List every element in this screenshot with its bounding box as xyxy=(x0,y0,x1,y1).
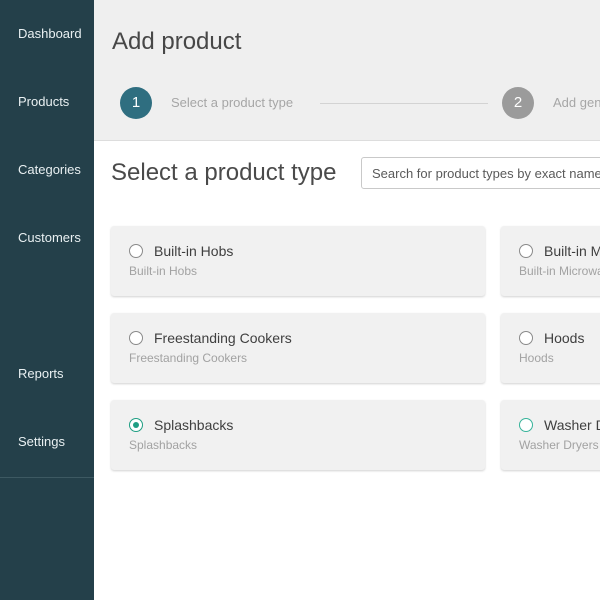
page-title: Add product xyxy=(112,28,242,55)
product-type-subtitle: Built-in Microwaves xyxy=(519,264,600,278)
step-1-indicator[interactable]: 1 xyxy=(120,87,152,119)
sidebar-item-label: Settings xyxy=(18,434,65,449)
sidebar-item-reports[interactable]: Reports xyxy=(0,362,94,386)
step-2-label: Add general details xyxy=(553,95,600,110)
product-type-title: Built-in Hobs xyxy=(154,243,234,259)
product-type-title: Splashbacks xyxy=(154,417,234,433)
sidebar-item-dashboard[interactable]: Dashboard xyxy=(0,22,94,46)
product-type-title: Freestanding Cookers xyxy=(154,330,292,346)
product-type-title: Hoods xyxy=(544,330,585,346)
sidebar-item-label: Categories xyxy=(18,162,81,177)
sidebar: Dashboard Products Categories Customers … xyxy=(0,0,94,600)
sidebar-item-label: Reports xyxy=(18,366,64,381)
step-connector-line xyxy=(320,103,488,104)
radio-button[interactable] xyxy=(129,331,143,345)
product-type-title: Washer Dryers xyxy=(544,417,600,433)
sidebar-item-categories[interactable]: Categories xyxy=(0,158,94,182)
product-type-subtitle: Hoods xyxy=(519,351,554,365)
product-type-card-built-in-hobs[interactable]: Built-in Hobs Built-in Hobs xyxy=(111,226,485,296)
product-type-subtitle: Washer Dryers xyxy=(519,438,599,452)
sidebar-item-label: Dashboard xyxy=(18,26,82,41)
app-frame: Dashboard Products Categories Customers … xyxy=(0,0,600,600)
product-type-card-splashbacks[interactable]: Splashbacks Splashbacks xyxy=(111,400,485,470)
sidebar-divider xyxy=(0,477,94,478)
section-title: Select a product type xyxy=(111,159,337,186)
radio-button-selected[interactable] xyxy=(129,418,143,432)
product-type-subtitle: Freestanding Cookers xyxy=(129,351,248,365)
step-2-indicator[interactable]: 2 xyxy=(502,87,534,119)
product-type-card-washer-dryers[interactable]: Washer Dryers Washer Dryers xyxy=(501,400,600,470)
product-type-subtitle: Splashbacks xyxy=(129,438,198,452)
sidebar-item-customers[interactable]: Customers xyxy=(0,226,94,250)
step-1-label: Select a product type xyxy=(171,95,294,110)
main-content: Select a product type Built-in Hobs Buil… xyxy=(94,141,600,600)
product-type-subtitle: Built-in Hobs xyxy=(129,264,198,278)
product-type-search-input[interactable] xyxy=(361,157,600,189)
page-header: Add product 1 Select a product type 2 Ad… xyxy=(94,0,600,141)
product-type-card-built-in-microwaves[interactable]: Built-in Microwaves Built-in Microwaves xyxy=(501,226,600,296)
sidebar-item-label: Customers xyxy=(18,230,81,245)
sidebar-item-products[interactable]: Products xyxy=(0,90,94,114)
sidebar-item-label: Products xyxy=(18,94,70,109)
product-type-card-freestanding-cookers[interactable]: Freestanding Cookers Freestanding Cooker… xyxy=(111,313,485,383)
radio-button[interactable] xyxy=(519,331,533,345)
radio-button[interactable] xyxy=(519,244,533,258)
sidebar-item-settings[interactable]: Settings xyxy=(0,430,94,454)
radio-button[interactable] xyxy=(519,418,533,432)
product-type-title: Built-in Microwaves xyxy=(544,243,600,259)
radio-button[interactable] xyxy=(129,244,143,258)
product-type-card-hoods[interactable]: Hoods Hoods xyxy=(501,313,600,383)
